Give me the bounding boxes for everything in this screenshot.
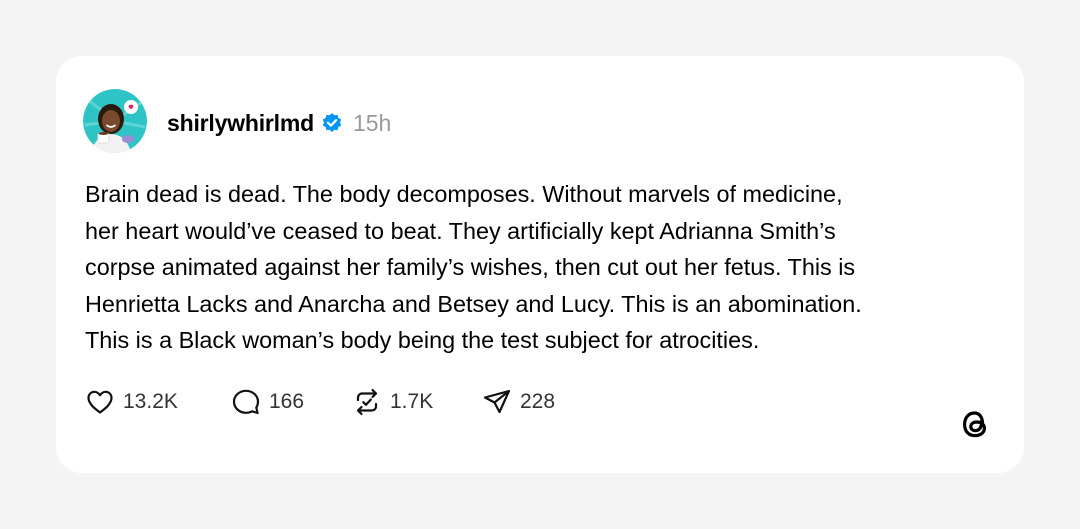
reply-count: 166 <box>269 390 305 413</box>
post-body: Brain dead is dead. The body decomposes.… <box>85 176 1005 359</box>
repost-button[interactable]: 1.7K <box>351 386 481 418</box>
post-text-line: Henrietta Lacks and Anarcha and Betsey a… <box>85 290 862 317</box>
avatar-image <box>83 89 147 153</box>
share-count: 228 <box>520 390 556 413</box>
verified-badge-icon <box>321 112 343 134</box>
like-button[interactable]: 13.2K <box>84 386 230 418</box>
comment-bubble-icon <box>232 389 260 415</box>
post-card: shirlywhirlmd 15h Brain dead is dead. Th… <box>56 56 1024 473</box>
repost-count: 1.7K <box>390 390 434 413</box>
post-header: shirlywhirlmd 15h <box>167 106 391 140</box>
action-bar: 13.2K 166 1.7K 228 <box>84 386 555 418</box>
like-count: 13.2K <box>123 390 178 413</box>
avatar[interactable] <box>83 89 147 153</box>
share-button[interactable]: 228 <box>481 386 555 418</box>
post-timestamp[interactable]: 15h <box>353 110 391 137</box>
post-text-line: This is a Black woman’s body being the t… <box>85 327 760 354</box>
reply-button[interactable]: 166 <box>230 386 351 418</box>
repost-icon <box>356 388 378 416</box>
username[interactable]: shirlywhirlmd <box>167 110 314 137</box>
threads-logo-icon[interactable] <box>955 404 995 444</box>
post-text-line: Brain dead is dead. The body decomposes.… <box>85 181 843 207</box>
heart-icon <box>87 390 113 414</box>
post-text-line: her heart would’ve ceased to beat. They … <box>85 217 836 244</box>
post-text-line: corpse animated against her family’s wis… <box>85 254 856 281</box>
send-icon <box>483 389 511 414</box>
